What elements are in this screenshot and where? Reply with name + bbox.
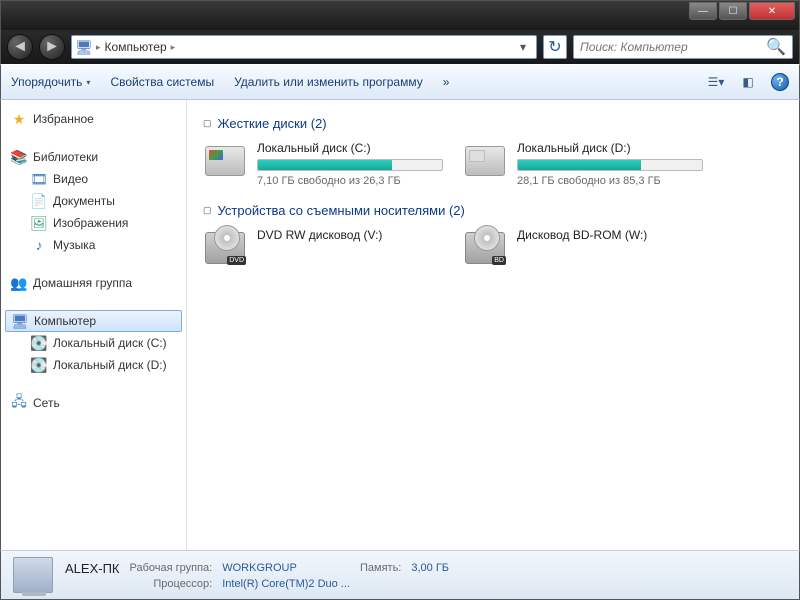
sidebar-item-video[interactable]: 🎞Видео [1,168,186,190]
chevron-down-icon: ▾ [86,78,90,87]
collapse-icon: ▢ [203,205,212,216]
chevron-right-icon: ▸ [96,42,101,53]
main-pane: ▢ Жесткие диски (2) Локальный диск (C:) … [187,100,799,550]
computer-name: ALEX-ПК [65,561,120,576]
help-icon[interactable]: ? [771,73,789,91]
drive-label: DVD RW дисковод (V:) [257,228,443,242]
star-icon: ★ [11,111,27,127]
section-hard-drives[interactable]: ▢ Жесткие диски (2) [203,116,783,131]
back-button[interactable]: ◄ [7,34,33,60]
minimize-button[interactable]: — [689,2,717,20]
sidebar-item-music[interactable]: ♪Музыка [1,234,186,256]
memory-value: 3,00 ГБ [411,562,449,574]
drive-c[interactable]: Локальный диск (C:) 7,10 ГБ свободно из … [203,141,443,187]
sidebar-drive-c[interactable]: 💽Локальный диск (C:) [1,332,186,354]
drive-label: Локальный диск (C:) [257,141,443,155]
drive-label: Локальный диск (D:) [517,141,703,155]
homegroup-icon: 👥 [11,275,27,291]
drive-icon: 💽 [31,357,47,373]
breadcrumb-computer[interactable]: Компьютер [105,40,167,54]
address-bar: ◄ ► 🖥 ▸ Компьютер ▸ ▾ ↻ 🔍 [0,30,800,64]
chevron-right-icon: ▸ [171,42,176,53]
close-button[interactable]: ✕ [749,2,795,20]
system-properties-button[interactable]: Свойства системы [110,75,214,89]
cpu-label: Процессор: [130,578,213,590]
drive-label: Дисковод BD-ROM (W:) [517,228,703,242]
sidebar-libraries[interactable]: 📚 Библиотеки [1,146,186,168]
computer-icon [13,557,53,593]
organize-menu[interactable]: Упорядочить▾ [11,75,90,89]
computer-icon: 🖥 [76,39,92,55]
document-icon: 📄 [31,193,47,209]
workgroup-label: Рабочая группа: [130,562,213,574]
sidebar-item-images[interactable]: 🖼Изображения [1,212,186,234]
sidebar-computer[interactable]: 🖥 Компьютер [5,310,182,332]
forward-button[interactable]: ► [39,34,65,60]
preview-pane-button[interactable]: ◧ [739,73,757,91]
drive-stats: 28,1 ГБ свободно из 85,3 ГБ [517,175,703,187]
search-icon: 🔍 [766,37,786,57]
sidebar-homegroup[interactable]: 👥 Домашняя группа [1,272,186,294]
refresh-button[interactable]: ↻ [543,35,567,59]
view-options-button[interactable]: ☰▾ [707,73,725,91]
section-removable[interactable]: ▢ Устройства со съемными носителями (2) [203,203,783,218]
memory-label: Память: [360,562,401,574]
video-icon: 🎞 [31,171,47,187]
sidebar-item-documents[interactable]: 📄Документы [1,190,186,212]
explorer-window: — ☐ ✕ ◄ ► 🖥 ▸ Компьютер ▸ ▾ ↻ 🔍 Упорядоч… [0,0,800,600]
uninstall-program-button[interactable]: Удалить или изменить программу [234,75,423,89]
sidebar-favorites[interactable]: ★ Избранное [1,108,186,130]
capacity-bar [257,159,443,171]
computer-icon: 🖥 [12,313,28,329]
sidebar-network[interactable]: 🖧 Сеть [1,392,186,414]
search-input[interactable] [580,40,760,54]
capacity-bar [517,159,703,171]
image-icon: 🖼 [31,215,47,231]
details-pane: ALEX-ПК Рабочая группа: WORKGROUP Память… [0,550,800,600]
sidebar-drive-d[interactable]: 💽Локальный диск (D:) [1,354,186,376]
drive-icon: 💽 [31,335,47,351]
drive-dvd[interactable]: DVD DVD RW дисковод (V:) [203,228,443,268]
drive-d[interactable]: Локальный диск (D:) 28,1 ГБ свободно из … [463,141,703,187]
bd-drive-icon: BD [463,228,507,268]
address-dropdown[interactable]: ▾ [514,40,532,54]
music-icon: ♪ [31,237,47,253]
content-area: ★ Избранное 📚 Библиотеки 🎞Видео 📄Докумен… [0,100,800,550]
collapse-icon: ▢ [203,118,212,129]
drive-bdrom[interactable]: BD Дисковод BD-ROM (W:) [463,228,703,268]
dvd-drive-icon: DVD [203,228,247,268]
drive-stats: 7,10 ГБ свободно из 26,3 ГБ [257,175,443,187]
titlebar: — ☐ ✕ [0,0,800,30]
maximize-button[interactable]: ☐ [719,2,747,20]
toolbar: Упорядочить▾ Свойства системы Удалить ил… [0,64,800,100]
workgroup-value: WORKGROUP [222,562,350,574]
search-box[interactable]: 🔍 [573,35,793,59]
breadcrumb[interactable]: 🖥 ▸ Компьютер ▸ ▾ [71,35,537,59]
libraries-icon: 📚 [11,149,27,165]
navigation-pane: ★ Избранное 📚 Библиотеки 🎞Видео 📄Докумен… [1,100,187,550]
toolbar-overflow[interactable]: » [443,75,450,89]
network-icon: 🖧 [11,395,27,411]
hdd-icon [203,141,247,181]
hdd-icon [463,141,507,181]
cpu-value: Intel(R) Core(TM)2 Duo ... [222,578,350,590]
